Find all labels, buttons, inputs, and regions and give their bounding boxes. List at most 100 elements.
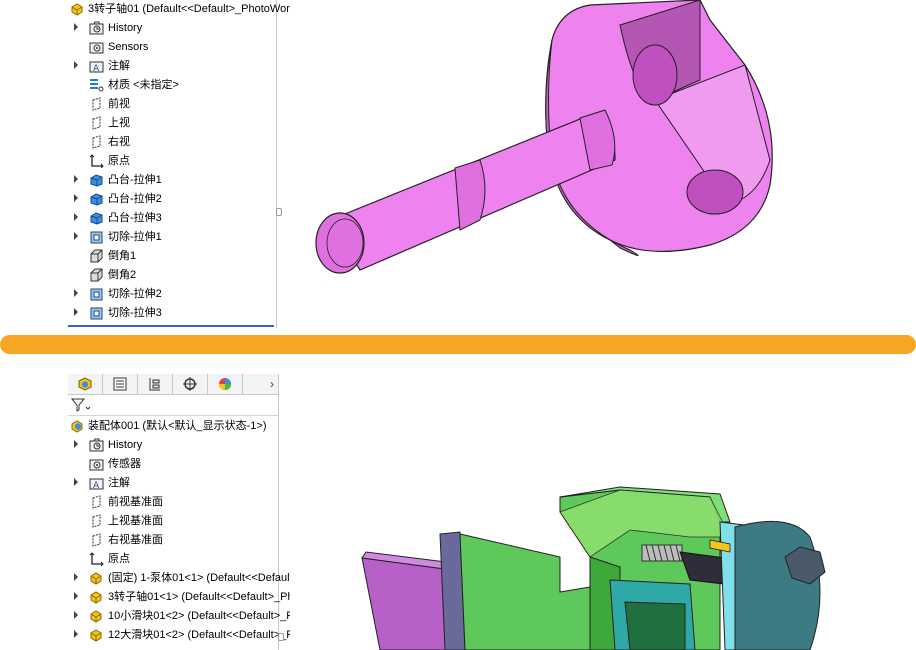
tree-item-label: 10小滑块01<2> (Default<<Default>_P	[108, 610, 294, 622]
tree-item[interactable]: 右视基准面	[68, 531, 278, 550]
tree-item[interactable]: A 注解	[68, 474, 278, 493]
tree-item[interactable]: 凸台-拉伸2	[68, 190, 276, 209]
tree-item[interactable]: 上视基准面	[68, 512, 278, 531]
display-manager-icon	[219, 378, 231, 390]
plane-icon	[89, 135, 104, 149]
dimxpert-icon	[183, 377, 197, 391]
tree-root-assembly[interactable]: 装配体001 (默认<默认_显示状态-1>)	[68, 417, 278, 436]
panel-resize-handle[interactable]	[276, 208, 282, 216]
tree-item[interactable]: 前视基准面	[68, 493, 278, 512]
expand-arrow-icon[interactable]	[74, 232, 78, 240]
tree-item-label: 凸台-拉伸1	[108, 174, 162, 186]
tree-root-part[interactable]: 3转子轴01 (Default<<Default>_PhotoWor	[68, 0, 290, 19]
part-icon	[89, 590, 104, 604]
annotation-folder-icon: A	[89, 476, 104, 490]
property-manager-icon	[113, 377, 127, 391]
tree-item[interactable]: Sensors	[68, 38, 276, 57]
tree-item[interactable]: 10小滑块01<2> (Default<<Default>_P	[68, 607, 294, 626]
expand-arrow-icon[interactable]	[74, 478, 78, 486]
expand-arrow-icon[interactable]	[74, 194, 78, 202]
plane-icon	[89, 533, 104, 547]
expand-arrow-icon[interactable]	[74, 573, 78, 581]
chevron-right-icon[interactable]: ›	[270, 377, 274, 391]
part-feature-tree: 3转子轴01 (Default<<Default>_PhotoWor Histo…	[68, 0, 290, 328]
tree-item[interactable]: (固定) 1-泵体01<1> (Default<<Default	[68, 569, 293, 588]
dimxpert-tab[interactable]	[173, 374, 208, 394]
tree-item-label: 传感器	[108, 458, 141, 470]
assembly-feature-tree: › 装配体001 (默认<默认_显示状态-1>) History 传感器 A 注解前视…	[68, 374, 294, 650]
part-icon	[70, 2, 85, 16]
part-icon	[89, 571, 104, 585]
tree-item-label: 材质 <未指定>	[108, 79, 179, 91]
rotor-shaft-model	[315, 0, 773, 274]
tree-item-label: 12大滑块01<2> (Default<<Default>_P	[108, 629, 294, 641]
tree-item-label: History	[108, 22, 143, 34]
part-icon	[89, 609, 104, 623]
tree-item-label: (固定) 1-泵体01<1> (Default<<Default	[108, 572, 293, 584]
sensor-folder-icon	[89, 40, 104, 54]
filter-bar[interactable]	[68, 395, 278, 416]
tree-item[interactable]: 凸台-拉伸3	[68, 209, 276, 228]
tree-item[interactable]: 切除-拉伸3	[68, 304, 276, 323]
part-3d-viewport[interactable]	[290, 0, 916, 330]
tree-item-label: 前视	[108, 98, 130, 110]
section-divider	[0, 335, 916, 354]
tree-item-label: 原点	[108, 155, 130, 167]
boss-extrude-icon	[89, 173, 104, 187]
plane-icon	[89, 116, 104, 130]
svg-text:A: A	[93, 481, 100, 490]
expand-arrow-icon[interactable]	[74, 611, 78, 619]
tree-item[interactable]: 原点	[68, 152, 276, 171]
tree-item[interactable]: 3转子轴01<1> (Default<<Default>_Ph	[68, 588, 294, 607]
expand-arrow-icon[interactable]	[74, 23, 78, 31]
tree-root-label: 装配体001 (默认<默认_显示状态-1>)	[88, 420, 267, 432]
assembly-3d-viewport[interactable]	[290, 362, 916, 650]
tree-item[interactable]: 传感器	[68, 455, 278, 474]
feature-manager-tab[interactable]	[68, 374, 103, 394]
property-manager-tab[interactable]	[103, 374, 138, 394]
assembly-icon	[70, 419, 85, 433]
tree-item-label: 3转子轴01<1> (Default<<Default>_Ph	[108, 591, 294, 603]
tree-item[interactable]: A 注解	[68, 57, 276, 76]
tree-item[interactable]: 原点	[68, 550, 278, 569]
tree-item[interactable]: 12大滑块01<2> (Default<<Default>_P	[68, 626, 294, 645]
expand-arrow-icon[interactable]	[74, 308, 78, 316]
origin-icon	[89, 154, 104, 168]
tree-item-label: 前视基准面	[108, 496, 163, 508]
expand-arrow-icon[interactable]	[74, 630, 78, 638]
chamfer-icon	[89, 249, 104, 263]
tree-item-label: 注解	[108, 477, 130, 489]
tree-item[interactable]: 上视	[68, 114, 276, 133]
tree-item[interactable]: 切除-拉伸1	[68, 228, 276, 247]
expand-arrow-icon[interactable]	[74, 440, 78, 448]
filter-icon[interactable]	[71, 398, 91, 412]
tree-item[interactable]: 切除-拉伸2	[68, 285, 276, 304]
tree-item[interactable]: 前视	[68, 95, 276, 114]
tree-item[interactable]: 倒角1	[68, 247, 276, 266]
tree-item[interactable]: 材质 <未指定>	[68, 76, 276, 95]
tree-item[interactable]: 右视	[68, 133, 276, 152]
panel-resize-handle[interactable]	[278, 633, 284, 641]
tree-item-label: 凸台-拉伸3	[108, 212, 162, 224]
expand-arrow-icon[interactable]	[74, 289, 78, 297]
tree-item[interactable]: 倒角2	[68, 266, 276, 285]
tree-item[interactable]: History	[68, 19, 276, 38]
expand-arrow-icon[interactable]	[74, 61, 78, 69]
display-manager-tab[interactable]	[208, 374, 243, 394]
expand-arrow-icon[interactable]	[74, 213, 78, 221]
tree-item-label: 上视	[108, 117, 130, 129]
expand-arrow-icon[interactable]	[74, 175, 78, 183]
tree-item-label: 倒角2	[108, 269, 137, 281]
origin-icon	[89, 552, 104, 566]
tree-item-label: 切除-拉伸3	[108, 307, 162, 319]
history-folder-icon	[89, 438, 104, 452]
boss-extrude-icon	[89, 192, 104, 206]
tree-item[interactable]: 凸台-拉伸1	[68, 171, 276, 190]
configuration-manager-tab[interactable]	[138, 374, 173, 394]
configuration-manager-icon	[149, 378, 160, 391]
tree-item-label: 上视基准面	[108, 515, 163, 527]
tree-item-label: Sensors	[108, 41, 149, 53]
tree-item-label: 原点	[108, 553, 130, 565]
expand-arrow-icon[interactable]	[74, 592, 78, 600]
tree-item[interactable]: History	[68, 436, 278, 455]
